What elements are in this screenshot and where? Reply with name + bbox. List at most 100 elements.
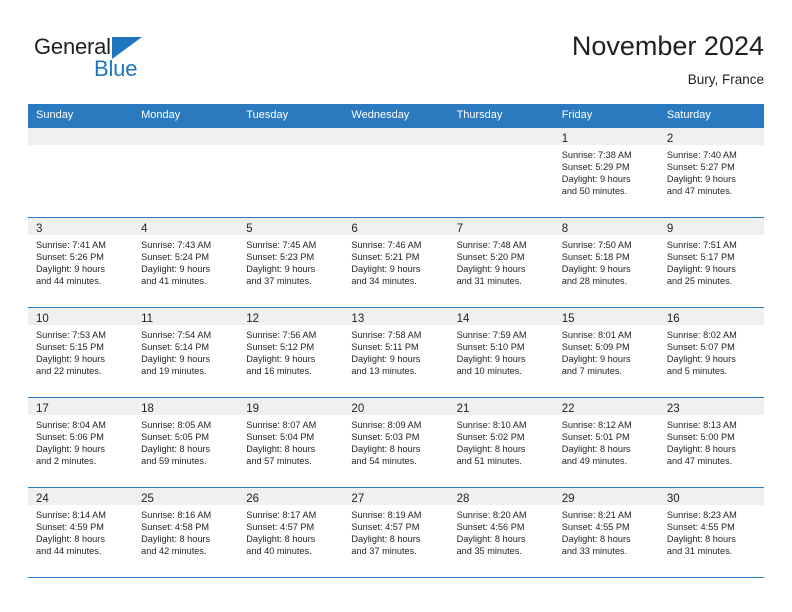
sunset-text: Sunset: 4:55 PM <box>666 521 735 532</box>
general-blue-logo[interactable]: General Blue <box>34 34 174 86</box>
calendar-day-cell[interactable]: 19 Sunrise: 8:07 AM Sunset: 5:04 PM Dayligh… <box>238 397 344 488</box>
calendar-day-cell[interactable]: 4 Sunrise: 7:43 AM Sunset: 5:24 PM Daylight… <box>133 217 239 308</box>
daylight-text-line1: Daylight: 8 hours <box>351 533 421 544</box>
calendar-day-cell[interactable]: 9 Sunrise: 7:51 AM Sunset: 5:17 PM Daylight… <box>658 217 764 308</box>
calendar-day-cell[interactable]: 18 Sunrise: 8:05 AM Sunset: 5:05 PM Dayligh… <box>133 397 239 488</box>
daylight-text-line1: Daylight: 8 hours <box>246 443 316 454</box>
daylight-text-line1: Daylight: 9 hours <box>456 263 526 274</box>
calendar-day-cell[interactable]: 24 Sunrise: 8:14 AM Sunset: 4:59 PM Dayligh… <box>28 487 134 578</box>
day-details: Sunrise: 8:07 AM Sunset: 5:04 PM Daylight:… <box>238 415 343 468</box>
sunrise-text: Sunrise: 8:10 AM <box>456 420 527 430</box>
day-cell-content: 5 Sunrise: 7:45 AM Sunset: 5:23 PM Daylight… <box>238 218 344 307</box>
sunset-text: Sunset: 5:11 PM <box>351 341 419 352</box>
daylight-text-line1: Daylight: 9 hours <box>666 263 736 274</box>
calendar-day-cell[interactable]: 15 Sunrise: 8:01 AM Sunset: 5:09 PM Dayligh… <box>553 307 659 398</box>
calendar-day-cell[interactable]: 6 Sunrise: 7:46 AM Sunset: 5:21 PM Daylight… <box>343 217 449 308</box>
day-cell-content: 21 Sunrise: 8:10 AM Sunset: 5:02 PM Dayligh… <box>448 398 554 487</box>
sunset-text: Sunset: 5:17 PM <box>666 251 735 262</box>
calendar-day-cell[interactable]: 1 Sunrise: 7:38 AM Sunset: 5:29 PM Daylight… <box>553 128 659 218</box>
day-number-band: 1 <box>553 128 659 145</box>
calendar-day-cell[interactable]: 27 Sunrise: 8:19 AM Sunset: 4:57 PM Dayligh… <box>343 487 449 578</box>
day-number-band <box>133 128 239 145</box>
calendar-day-cell[interactable]: 14 Sunrise: 7:59 AM Sunset: 5:10 PM Dayligh… <box>448 307 554 398</box>
daylight-text-line1: Daylight: 9 hours <box>36 263 105 274</box>
day-details: Sunrise: 7:48 AM Sunset: 5:20 PM Daylight:… <box>449 235 554 288</box>
day-number-band: 7 <box>448 218 554 235</box>
daylight-text-line1: Daylight: 8 hours <box>351 443 421 454</box>
daylight-text-line2: and 54 minutes. <box>351 455 417 466</box>
day-details: Sunrise: 8:21 AM Sunset: 4:55 PM Daylight:… <box>554 505 659 558</box>
calendar-empty-cell <box>238 128 344 218</box>
day-number-band: 12 <box>238 308 344 325</box>
calendar-day-cell[interactable]: 8 Sunrise: 7:50 AM Sunset: 5:18 PM Daylight… <box>553 217 659 308</box>
calendar-day-cell[interactable]: 3 Sunrise: 7:41 AM Sunset: 5:26 PM Daylight… <box>28 217 134 308</box>
daylight-text-line2: and 10 minutes. <box>456 365 522 376</box>
daylight-text-line2: and 59 minutes. <box>141 455 207 466</box>
day-number-band: 24 <box>28 488 134 505</box>
calendar-week-row: 1 Sunrise: 7:38 AM Sunset: 5:29 PM Daylight… <box>28 128 764 218</box>
day-number: 10 <box>36 313 49 325</box>
calendar-day-cell[interactable]: 12 Sunrise: 7:56 AM Sunset: 5:12 PM Dayligh… <box>238 307 344 398</box>
day-cell-content <box>448 128 554 217</box>
day-number: 18 <box>141 403 154 415</box>
day-details: Sunrise: 7:59 AM Sunset: 5:10 PM Daylight:… <box>449 325 554 378</box>
sunset-text: Sunset: 5:20 PM <box>456 251 525 262</box>
day-number-band: 3 <box>28 218 134 235</box>
sunset-text: Sunset: 5:18 PM <box>561 251 630 262</box>
day-details: Sunrise: 7:41 AM Sunset: 5:26 PM Daylight:… <box>28 235 133 288</box>
daylight-text-line2: and 49 minutes. <box>561 455 628 466</box>
page-title: November 2024 <box>571 31 764 61</box>
calendar-day-cell[interactable]: 11 Sunrise: 7:54 AM Sunset: 5:14 PM Dayligh… <box>133 307 239 398</box>
daylight-text-line1: Daylight: 9 hours <box>246 353 316 364</box>
day-number: 23 <box>666 403 680 415</box>
daylight-text-line2: and 47 minutes. <box>666 185 733 196</box>
calendar-day-cell[interactable]: 13 Sunrise: 7:58 AM Sunset: 5:11 PM Dayligh… <box>343 307 449 398</box>
day-cell-content: 12 Sunrise: 7:56 AM Sunset: 5:12 PM Dayligh… <box>238 308 344 397</box>
calendar-day-cell[interactable]: 26 Sunrise: 8:17 AM Sunset: 4:57 PM Dayligh… <box>238 487 344 578</box>
daylight-text-line1: Daylight: 8 hours <box>561 533 631 544</box>
day-cell-content: 9 Sunrise: 7:51 AM Sunset: 5:17 PM Daylight… <box>658 218 764 307</box>
sunset-text: Sunset: 5:23 PM <box>246 251 315 262</box>
calendar-day-cell[interactable]: 22 Sunrise: 8:12 AM Sunset: 5:01 PM Dayligh… <box>553 397 659 488</box>
calendar-day-cell[interactable]: 10 Sunrise: 7:53 AM Sunset: 5:15 PM Dayligh… <box>28 307 134 398</box>
sunrise-text: Sunrise: 8:02 AM <box>666 330 737 340</box>
calendar-day-cell[interactable]: 20 Sunrise: 8:09 AM Sunset: 5:03 PM Dayligh… <box>343 397 449 488</box>
day-details: Sunrise: 8:12 AM Sunset: 5:01 PM Daylight:… <box>554 415 659 468</box>
sunrise-text: Sunrise: 8:23 AM <box>666 510 737 520</box>
sunrise-text: Sunrise: 8:14 AM <box>36 510 106 520</box>
calendar-day-cell[interactable]: 29 Sunrise: 8:21 AM Sunset: 4:55 PM Dayligh… <box>553 487 659 578</box>
calendar-day-cell[interactable]: 23 Sunrise: 8:13 AM Sunset: 5:00 PM Dayligh… <box>658 397 764 488</box>
day-cell-content: 16 Sunrise: 8:02 AM Sunset: 5:07 PM Dayligh… <box>658 308 764 397</box>
day-details: Sunrise: 7:45 AM Sunset: 5:23 PM Daylight:… <box>238 235 343 288</box>
sunrise-text: Sunrise: 7:48 AM <box>456 240 527 250</box>
day-number-band: 2 <box>658 128 764 145</box>
day-number: 29 <box>561 493 575 505</box>
calendar-day-cell[interactable]: 25 Sunrise: 8:16 AM Sunset: 4:58 PM Dayligh… <box>133 487 239 578</box>
day-number-band: 16 <box>658 308 764 325</box>
calendar-day-cell[interactable]: 2 Sunrise: 7:40 AM Sunset: 5:27 PM Daylight… <box>658 128 764 218</box>
day-number-band: 15 <box>553 308 659 325</box>
day-number: 27 <box>351 493 365 505</box>
day-details: Sunrise: 8:10 AM Sunset: 5:02 PM Daylight:… <box>449 415 554 468</box>
daylight-text-line2: and 5 minutes. <box>666 365 728 376</box>
sunset-text: Sunset: 5:09 PM <box>561 341 630 352</box>
calendar-week-row: 10 Sunrise: 7:53 AM Sunset: 5:15 PM Dayligh… <box>28 307 764 398</box>
calendar-day-cell[interactable]: 21 Sunrise: 8:10 AM Sunset: 5:02 PM Dayligh… <box>448 397 554 488</box>
calendar-day-cell[interactable]: 7 Sunrise: 7:48 AM Sunset: 5:20 PM Daylight… <box>448 217 554 308</box>
daylight-text-line1: Daylight: 9 hours <box>141 263 211 274</box>
weekday-header-tuesday: Tuesday <box>238 104 344 128</box>
calendar-day-cell[interactable]: 28 Sunrise: 8:20 AM Sunset: 4:56 PM Dayligh… <box>448 487 554 578</box>
day-cell-content: 19 Sunrise: 8:07 AM Sunset: 5:04 PM Dayligh… <box>238 398 344 487</box>
calendar-day-cell[interactable]: 17 Sunrise: 8:04 AM Sunset: 5:06 PM Dayligh… <box>28 397 134 488</box>
daylight-text-line1: Daylight: 9 hours <box>456 353 526 364</box>
sunset-text: Sunset: 5:06 PM <box>36 431 104 442</box>
calendar-day-cell[interactable]: 16 Sunrise: 8:02 AM Sunset: 5:07 PM Dayligh… <box>658 307 764 398</box>
calendar-day-cell[interactable]: 30 Sunrise: 8:23 AM Sunset: 4:55 PM Dayligh… <box>658 487 764 578</box>
weekday-header-saturday: Saturday <box>658 104 764 128</box>
daylight-text-line1: Daylight: 9 hours <box>666 353 736 364</box>
sunrise-text: Sunrise: 8:21 AM <box>561 510 632 520</box>
day-details: Sunrise: 8:20 AM Sunset: 4:56 PM Daylight:… <box>449 505 554 558</box>
weekday-header-sunday: Sunday <box>28 104 134 128</box>
calendar-day-cell[interactable]: 5 Sunrise: 7:45 AM Sunset: 5:23 PM Daylight… <box>238 217 344 308</box>
daylight-text-line2: and 2 minutes. <box>36 455 97 466</box>
